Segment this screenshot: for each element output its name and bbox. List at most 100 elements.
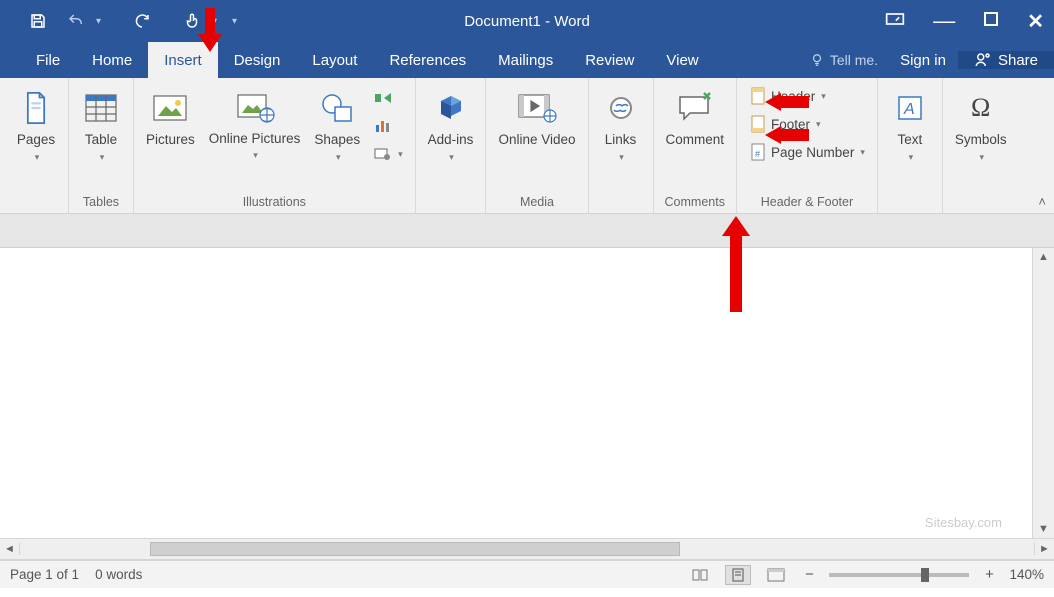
title-bar: ▾ ▾ ▾ Document1 - Word — ✕ [0,0,1054,42]
zoom-percent[interactable]: 140% [1009,567,1044,582]
online-pictures-button[interactable]: Online Pictures▾ [205,82,305,166]
hscroll-thumb[interactable] [150,542,680,556]
shapes-label: Shapes [314,132,360,147]
tab-design[interactable]: Design [218,42,297,78]
tab-mailings[interactable]: Mailings [482,42,569,78]
tab-view[interactable]: View [650,42,714,78]
table-icon [84,93,118,123]
links-button[interactable]: Links▾ [597,82,645,167]
footer-button[interactable]: Footer▾ [745,112,869,136]
print-layout-icon [730,568,746,582]
shapes-button[interactable]: Shapes▾ [310,82,364,167]
svg-text:#: # [755,149,760,159]
save-button[interactable] [20,6,56,36]
text-button[interactable]: A Text▾ [886,82,934,167]
group-symbols: Ω Symbols▾ x [943,78,1019,213]
vertical-scrollbar[interactable]: ▲ ▼ [1032,248,1054,538]
comment-label: Comment [666,132,725,148]
print-layout-button[interactable] [725,565,751,585]
online-video-button[interactable]: Online Video [494,82,579,152]
touch-caret[interactable]: ▾ [212,16,226,27]
touch-icon [183,11,201,31]
tell-me-box[interactable]: Tell me. [800,52,888,68]
comment-button[interactable]: Comment [662,82,729,152]
ribbon-tabs: File Home Insert Design Layout Reference… [0,42,1054,78]
scroll-right-arrow[interactable]: ► [1034,543,1054,555]
window-controls: — ✕ [885,8,1044,34]
word-count[interactable]: 0 words [95,567,142,582]
comment-icon [676,91,714,125]
lightbulb-icon [810,52,824,68]
tab-file[interactable]: File [20,42,76,78]
maximize-button[interactable] [983,11,999,31]
footer-label: Footer [771,117,810,132]
hscroll-track[interactable] [20,539,1034,559]
close-button[interactable]: ✕ [1027,9,1044,34]
pictures-icon [151,92,189,124]
redo-button[interactable] [124,6,160,36]
illustrations-group-label: Illustrations [243,193,306,211]
tables-group-label: Tables [83,193,119,211]
page-indicator[interactable]: Page 1 of 1 [10,567,79,582]
scroll-left-arrow[interactable]: ◄ [0,543,20,555]
links-icon [606,93,636,123]
save-icon [29,12,47,30]
online-pictures-icon [235,91,275,125]
addins-button[interactable]: Add-ins▾ [424,82,478,167]
symbols-button[interactable]: Ω Symbols▾ [951,82,1011,167]
scroll-down-arrow[interactable]: ▼ [1038,520,1049,538]
smartart-button[interactable] [370,86,407,110]
video-icon [517,92,557,124]
illustrations-small-stack: ▾ [370,82,407,166]
group-media: Online Video Media [486,78,588,213]
pages-button[interactable]: Pages▾ [12,82,60,167]
share-button[interactable]: Share [958,51,1054,69]
scroll-up-arrow[interactable]: ▲ [1038,248,1049,266]
page-number-label: Page Number [771,145,854,160]
collapse-ribbon-button[interactable]: ˄ [1038,194,1046,209]
chart-button[interactable] [370,114,407,138]
online-video-label: Online Video [498,132,575,148]
undo-button[interactable] [58,6,94,36]
minimize-button[interactable]: — [933,8,955,34]
shapes-icon [319,91,355,125]
tab-insert[interactable]: Insert [148,42,218,78]
svg-text:A: A [903,101,915,118]
qat-customize-caret[interactable]: ▾ [232,16,246,27]
addins-label: Add-ins [428,132,474,147]
pictures-button[interactable]: Pictures [142,82,199,152]
tab-references[interactable]: References [373,42,482,78]
page-number-button[interactable]: # Page Number▾ [745,140,869,164]
zoom-knob[interactable] [921,568,929,582]
header-label: Header [771,89,815,104]
read-mode-button[interactable] [687,565,713,585]
document-title: Document1 - Word [464,13,590,30]
group-illustrations: Pictures Online Pictures▾ Shapes▾ ▾ Illu… [134,78,416,213]
ribbon-display-button[interactable] [885,12,905,30]
tab-home[interactable]: Home [76,42,148,78]
document-area: Sitesbay.com ▲ ▼ [0,248,1054,538]
tab-review[interactable]: Review [569,42,650,78]
ribbon: Pages▾ x Table▾ Tables Pictures Online P… [0,78,1054,214]
horizontal-scrollbar[interactable]: ◄ ► [0,538,1054,560]
table-label: Table [85,132,117,147]
undo-caret[interactable]: ▾ [96,16,110,27]
zoom-slider[interactable] [829,573,969,577]
zoom-in-button[interactable]: + [981,566,997,583]
share-label: Share [998,52,1038,69]
page-icon [22,90,50,126]
touch-mode-button[interactable] [174,6,210,36]
zoom-out-button[interactable]: − [801,566,817,583]
screenshot-button[interactable]: ▾ [370,142,407,166]
signin-button[interactable]: Sign in [888,52,958,69]
table-button[interactable]: Table▾ [77,82,125,167]
page-canvas[interactable]: Sitesbay.com [0,248,1032,538]
redo-icon [133,12,151,30]
tab-layout[interactable]: Layout [296,42,373,78]
group-addins: Add-ins▾ x [416,78,487,213]
pages-label: Pages [17,132,55,147]
chart-icon [375,119,391,133]
header-button[interactable]: Header▾ [745,84,869,108]
web-layout-button[interactable] [763,565,789,585]
group-comments: Comment Comments [654,78,738,213]
